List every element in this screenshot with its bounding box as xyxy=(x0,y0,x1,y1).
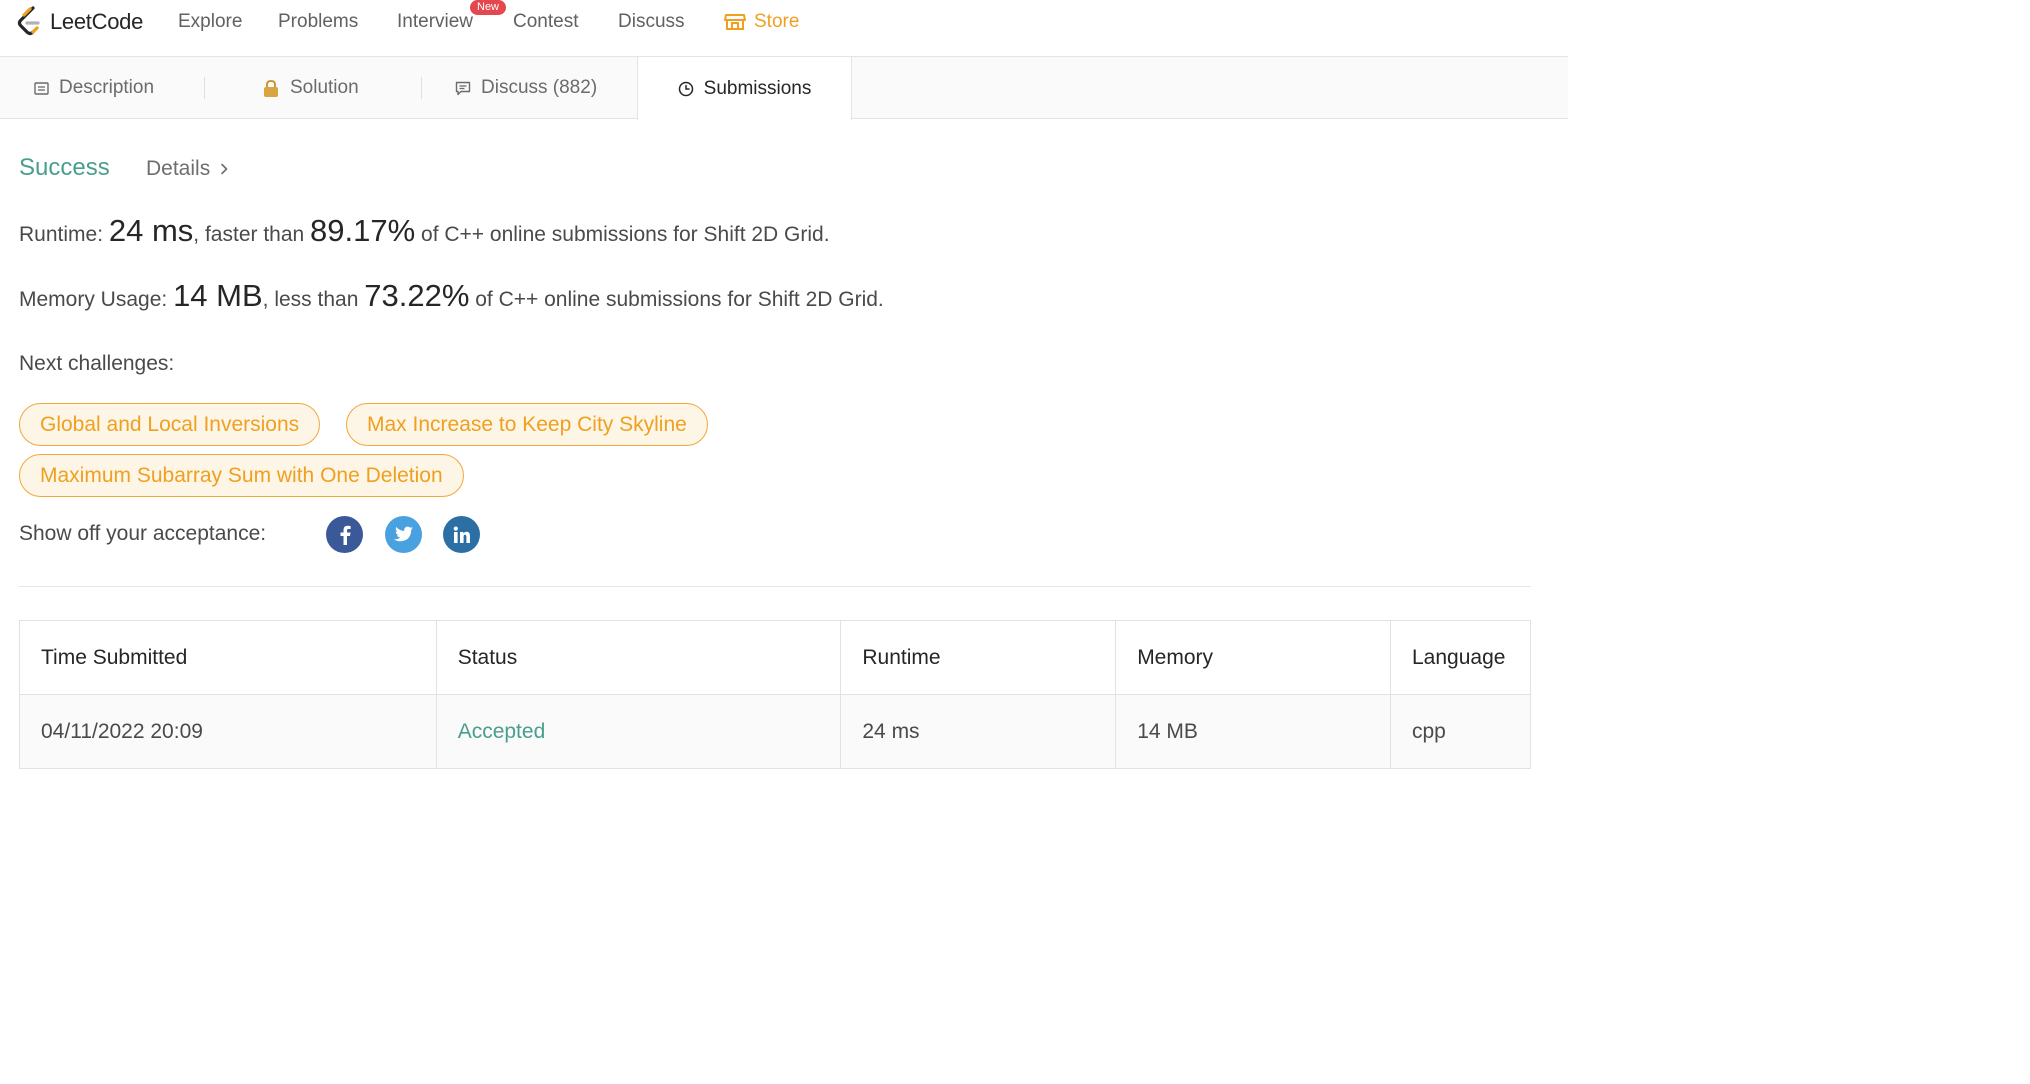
facebook-icon xyxy=(340,525,351,545)
nav-problems[interactable]: Problems xyxy=(278,11,358,33)
tab-description-label: Description xyxy=(59,77,155,98)
leetcode-logo[interactable]: LeetCode xyxy=(16,4,143,40)
result-status: Success xyxy=(19,154,110,181)
time-submitted-cell: 04/11/2022 20:09 xyxy=(19,694,437,769)
column-header: Runtime xyxy=(840,620,1117,695)
description-icon xyxy=(34,81,49,95)
new-badge: New xyxy=(470,0,507,15)
tab-solution[interactable]: Solution xyxy=(262,57,359,119)
memory-cell: 14 MB xyxy=(1115,694,1391,769)
status-accepted-link[interactable]: Accepted xyxy=(435,694,842,769)
runtime-description: of C++ online submissions for Shift 2D G… xyxy=(421,223,830,246)
tab-discuss-label: Discuss (882) xyxy=(481,77,598,98)
memory-summary: Memory Usage: 14 MB, less than 73.22% of… xyxy=(19,278,884,314)
tab-submissions[interactable]: Submissions xyxy=(637,57,852,120)
column-header: Time Submitted xyxy=(19,620,437,695)
tab-discuss[interactable]: Discuss (882) xyxy=(455,57,597,119)
top-nav: LeetCode Explore Problems Interview New … xyxy=(0,0,1568,57)
store-icon xyxy=(724,14,746,30)
section-divider xyxy=(19,586,1531,587)
comment-icon xyxy=(455,81,471,95)
twitter-icon xyxy=(393,526,414,541)
nav-contest[interactable]: Contest xyxy=(513,11,578,33)
tab-description[interactable]: Description xyxy=(34,57,154,119)
table-header-row: Time Submitted Status Runtime Memory Lan… xyxy=(19,620,1531,695)
nav-store[interactable]: Store xyxy=(724,11,799,33)
lock-icon xyxy=(264,79,278,97)
table-row: 04/11/2022 20:09 Accepted 24 ms 14 MB cp… xyxy=(19,694,1531,769)
runtime-comparison: , faster than xyxy=(193,223,305,246)
nav-interview[interactable]: Interview xyxy=(397,11,473,33)
memory-value: 14 MB xyxy=(173,278,263,313)
memory-percentile: 73.22% xyxy=(364,278,470,313)
linkedin-share-button[interactable] xyxy=(443,516,480,553)
tab-separator xyxy=(204,77,205,99)
next-challenges-label: Next challenges: xyxy=(19,352,175,375)
runtime-percentile: 89.17% xyxy=(310,213,416,248)
tab-separator xyxy=(421,77,422,99)
chevron-right-icon xyxy=(221,163,228,175)
challenge-chip[interactable]: Max Increase to Keep City Skyline xyxy=(346,403,708,446)
challenge-chip[interactable]: Maximum Subarray Sum with One Deletion xyxy=(19,454,464,497)
column-header: Language xyxy=(1390,620,1531,695)
facebook-share-button[interactable] xyxy=(326,516,363,553)
memory-label: Memory Usage: xyxy=(19,288,168,311)
language-cell: cpp xyxy=(1390,694,1531,769)
brand-name: LeetCode xyxy=(50,9,144,34)
clock-icon xyxy=(678,81,693,96)
challenge-chip[interactable]: Global and Local Inversions xyxy=(19,403,321,446)
tab-submissions-label: Submissions xyxy=(703,77,812,99)
runtime-value: 24 ms xyxy=(108,213,194,248)
share-label: Show off your acceptance: xyxy=(19,522,267,545)
leetcode-logo-icon xyxy=(17,6,40,36)
column-header: Memory xyxy=(1115,620,1391,695)
runtime-cell: 24 ms xyxy=(840,694,1117,769)
twitter-share-button[interactable] xyxy=(385,516,422,553)
nav-store-label: Store xyxy=(754,11,800,32)
nav-discuss[interactable]: Discuss xyxy=(618,11,685,33)
tab-solution-label: Solution xyxy=(290,77,359,98)
runtime-summary: Runtime: 24 ms, faster than 89.17% of C+… xyxy=(19,213,830,249)
nav-explore[interactable]: Explore xyxy=(178,11,242,33)
runtime-label: Runtime: xyxy=(19,223,104,246)
memory-comparison: , less than xyxy=(262,288,359,311)
submissions-table: Time Submitted Status Runtime Memory Lan… xyxy=(19,620,1531,769)
problem-tabs: Description Solution Discuss (882) Submi… xyxy=(0,57,1568,120)
linkedin-icon xyxy=(453,526,470,543)
memory-description: of C++ online submissions for Shift 2D G… xyxy=(475,288,884,311)
details-label: Details xyxy=(146,157,211,180)
column-header: Status xyxy=(435,620,842,695)
details-link[interactable]: Details xyxy=(146,157,228,181)
